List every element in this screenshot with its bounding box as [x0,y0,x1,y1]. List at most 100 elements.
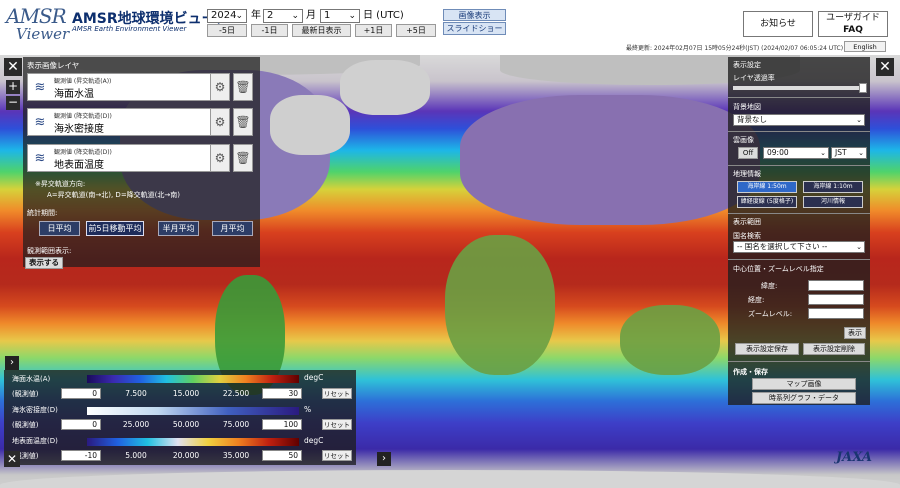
lat-input[interactable] [808,280,864,291]
minus-1-day-button[interactable]: -1日 [251,24,288,37]
gear-icon[interactable]: ⚙ [210,73,230,101]
legend-min-input[interactable]: 0 [61,419,101,430]
minus-5-days-button[interactable]: -5日 [207,24,247,37]
display-range-label: 表示範囲 [733,218,761,226]
legend-title: 海氷密接度(D) [12,406,58,414]
legend-sub: (観測値) [12,421,39,429]
legend-unit: degC [304,436,324,445]
rivers-button[interactable]: 河川情報 [803,196,863,208]
layer-row[interactable]: ≋ 観測値 (降交軌道(D)) 海氷密接度 [27,108,230,136]
legend-reset-button[interactable]: リセット [322,450,352,461]
close-legend-icon[interactable]: ✕ [4,451,20,467]
expand-legend-icon[interactable]: › [5,356,19,370]
slider-handle[interactable] [859,83,867,93]
opacity-slider[interactable] [733,83,867,93]
close-layer-panel-icon[interactable]: ✕ [4,58,22,76]
legend-tick: 25.000 [122,420,150,429]
notice-button[interactable]: お知らせ [743,11,813,37]
year-select[interactable]: 2024 ⌄ [207,9,247,23]
delete-settings-button[interactable]: 表示設定削除 [803,343,865,355]
cloud-tz-select[interactable]: JST ⌄ [831,147,867,159]
layers-icon: ≋ [34,151,46,166]
legend-tick: 50.000 [172,420,200,429]
period-5day-button[interactable]: 前5日移動平均 [86,221,144,236]
gear-icon[interactable]: ⚙ [210,108,230,136]
geo-label: 地理情報 [733,170,761,178]
english-button[interactable]: English [844,41,886,52]
coastline-50m-button[interactable]: 海岸線 1:50m [737,181,797,193]
plus-5-days-button[interactable]: +5日 [396,24,436,37]
period-daily-button[interactable]: 日平均 [39,221,80,236]
sst-color-bar [87,375,299,383]
layer-sub: 観測値 (降交軌道(D)) [54,113,112,120]
gear-icon[interactable]: ⚙ [210,144,230,172]
legend-unit: degC [304,373,324,382]
legend-reset-button[interactable]: リセット [322,388,352,399]
legend-min-input[interactable]: 0 [61,388,101,399]
day-select[interactable]: 1 ⌄ [320,9,360,23]
lst-color-bar [87,438,299,446]
cloud-tz-value: JST [835,148,847,157]
chevron-down-icon: ⌄ [235,11,243,21]
cloud-time-select[interactable]: 09:00 ⌄ [763,147,829,159]
faq-label: FAQ [843,25,863,35]
zoom-input[interactable] [808,308,864,319]
period-monthly-button[interactable]: 月平均 [212,221,253,236]
last-updated-text: 最終更新: 2024年02月07日 15時05分24秒(JST) (2024/0… [626,45,844,52]
period-halfmonth-button[interactable]: 半月平均 [158,221,199,236]
background-select[interactable]: 背景なし ⌄ [733,114,865,126]
legend-sub: (観測値) [12,390,39,398]
timeseries-button[interactable]: 時系列グラフ・データ [752,392,856,404]
close-settings-icon[interactable]: ✕ [876,58,894,76]
zoom-out-icon[interactable]: − [6,96,20,110]
grid-lines-button[interactable]: 緯経度線 (5度格子) [737,196,797,208]
map-image-button[interactable]: マップ画像 [752,378,856,390]
legend-min-input[interactable]: -10 [61,450,101,461]
layer-row[interactable]: ≋ 観測値 (昇交軌道(A)) 海面水温 [27,73,230,101]
year-unit: 年 [251,10,261,21]
cloud-time-value: 09:00 [767,148,789,157]
legend-tick: 75.000 [222,420,250,429]
app-subtitle: AMSR Earth Environment Viewer [72,25,187,33]
header: AMSR Viewer AMSR地球環境ビューア AMSR Earth Envi… [0,0,900,55]
chevron-down-icon: ⌄ [858,149,864,157]
trash-icon[interactable]: 🗑 [233,108,253,136]
legend-tick: 22.500 [222,389,250,398]
legend-tick: 7.500 [125,389,147,398]
lon-input[interactable] [808,294,864,305]
legend-tick: 5.000 [125,451,147,460]
save-settings-button[interactable]: 表示設定保存 [735,343,799,355]
cloud-label: 雲画像 [733,136,754,144]
layer-row[interactable]: ≋ 観測値 (降交軌道(D)) 地表面温度 [27,144,230,172]
slideshow-button[interactable]: スライドショー [443,22,506,35]
legend-reset-button[interactable]: リセット [322,419,352,430]
background-label: 背景地図 [733,103,761,111]
layer-name: 海面水温 [54,89,94,100]
show-position-button[interactable]: 表示 [844,327,866,339]
show-range-button[interactable]: 表示する [25,257,63,269]
legend-max-input[interactable]: 30 [262,388,302,399]
layer-sub: 観測値 (降交軌道(D)) [54,149,112,156]
cloud-off-button[interactable]: Off [738,147,758,159]
plus-1-day-button[interactable]: +1日 [355,24,392,37]
lat-label: 緯度: [761,282,778,290]
viewer-logo: Viewer [16,25,70,43]
guide-faq-button[interactable]: ユーザガイド FAQ [818,11,888,37]
chevron-down-icon: ⌄ [856,243,862,251]
image-display-button[interactable]: 画像表示 [443,9,506,21]
zoom-in-icon[interactable]: + [6,80,20,94]
latest-day-button[interactable]: 最新日表示 [292,24,351,37]
legend-tick: 35.000 [222,451,250,460]
trash-icon[interactable]: 🗑 [233,73,253,101]
legend-max-input[interactable]: 100 [262,419,302,430]
day-value: 1 [324,10,331,21]
coastline-10m-button[interactable]: 海岸線 1:10m [803,181,863,193]
legend-max-input[interactable]: 50 [262,450,302,461]
month-select[interactable]: 2 ⌄ [263,9,303,23]
trash-icon[interactable]: 🗑 [233,144,253,172]
expand-panel-icon[interactable]: › [377,452,391,466]
settings-panel: 表示設定 レイヤ透過率 背景地図 背景なし ⌄ 雲画像 Off 09:00 ⌄ JS… [728,57,870,405]
month-unit: 月 [306,10,316,21]
layers-icon: ≋ [34,115,46,130]
country-select[interactable]: -- 国名を選択して下さい -- ⌄ [733,241,865,253]
